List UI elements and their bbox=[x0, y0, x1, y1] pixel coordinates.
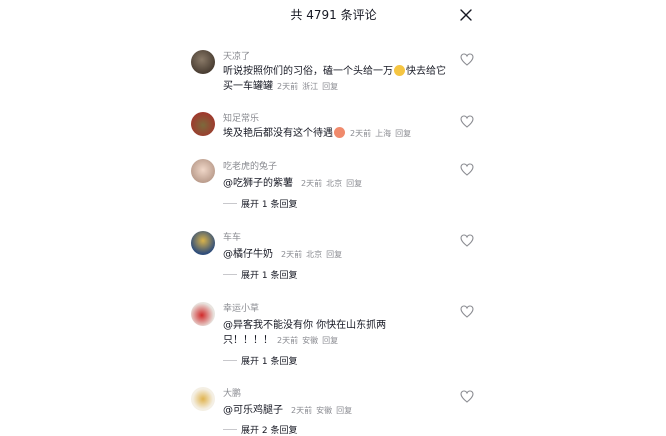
comment-text-part: @可乐鸡腿子 bbox=[223, 405, 283, 416]
avatar[interactable] bbox=[191, 302, 215, 326]
comment-username[interactable]: 吃老虎的兔子 bbox=[223, 159, 277, 172]
reply-button[interactable]: 回复 bbox=[395, 129, 411, 138]
reply-button[interactable]: 回复 bbox=[322, 82, 338, 91]
avatar[interactable] bbox=[191, 387, 215, 411]
expand-divider bbox=[223, 274, 237, 275]
heart-icon[interactable] bbox=[460, 115, 474, 128]
heart-icon[interactable] bbox=[460, 305, 474, 318]
expand-replies-button[interactable]: 展开 2 条回复 bbox=[223, 423, 297, 436]
heart-icon[interactable] bbox=[460, 53, 474, 66]
comment-text: @吃狮子的紫薯 2天前 北京 回复 bbox=[223, 176, 448, 191]
comment-text: @异客我不能没有你 你快在山东抓两只！！！！ 2天前 安徽 回复 bbox=[223, 318, 403, 348]
laughing-emoji-icon bbox=[334, 127, 345, 138]
comment-location: 浙江 bbox=[302, 82, 319, 91]
comment-time: 2天前 bbox=[277, 336, 299, 345]
comment-text: 埃及艳后都没有这个待遇 2天前 上海 回复 bbox=[223, 126, 448, 141]
comment-username[interactable]: 天凉了 bbox=[223, 49, 250, 62]
expand-divider bbox=[223, 203, 237, 204]
avatar[interactable] bbox=[191, 231, 215, 255]
comment-location: 安徽 bbox=[316, 406, 333, 415]
comment-text: @可乐鸡腿子 2天前 安徽 回复 bbox=[223, 403, 448, 418]
comment-location: 北京 bbox=[326, 179, 343, 188]
comments-count-title: 共 4791 条评论 bbox=[290, 8, 377, 22]
heart-icon[interactable] bbox=[460, 390, 474, 403]
comment-meta: 2天前 安徽 回复 bbox=[291, 406, 352, 415]
comment-meta: 2天前 北京 回复 bbox=[301, 179, 362, 188]
reply-button[interactable]: 回复 bbox=[336, 406, 352, 415]
smiley-emoji-icon bbox=[394, 65, 405, 76]
comment-meta: 2天前 安徽 回复 bbox=[277, 336, 338, 345]
close-icon[interactable] bbox=[457, 6, 475, 24]
comment-text-part: 听说按照你们的习俗，磕一个头给一万 bbox=[223, 66, 393, 77]
comment-location: 上海 bbox=[375, 129, 392, 138]
expand-replies-label: 展开 1 条回复 bbox=[241, 200, 298, 210]
expand-replies-label: 展开 2 条回复 bbox=[241, 426, 298, 436]
comment-username[interactable]: 车车 bbox=[223, 230, 241, 243]
comment-text-part: 埃及艳后都没有这个待遇 bbox=[223, 128, 333, 139]
comment-text-part: @吃狮子的紫薯 bbox=[223, 178, 293, 189]
comment-time: 2天前 bbox=[301, 179, 323, 188]
comment-meta: 2天前 上海 回复 bbox=[350, 129, 411, 138]
comment-meta: 2天前 北京 回复 bbox=[281, 250, 342, 259]
comment-time: 2天前 bbox=[350, 129, 372, 138]
reply-button[interactable]: 回复 bbox=[346, 179, 362, 188]
avatar[interactable] bbox=[191, 112, 215, 136]
comment-username[interactable]: 幸运小草 bbox=[223, 301, 259, 314]
reply-button[interactable]: 回复 bbox=[322, 336, 338, 345]
comment-location: 北京 bbox=[306, 250, 323, 259]
comments-header: 共 4791 条评论 bbox=[181, 0, 486, 30]
reply-button[interactable]: 回复 bbox=[326, 250, 342, 259]
heart-icon[interactable] bbox=[460, 234, 474, 247]
comment-time: 2天前 bbox=[277, 82, 299, 91]
comment-text-part: @橘仔牛奶 bbox=[223, 249, 273, 260]
comment-time: 2天前 bbox=[291, 406, 313, 415]
comments-panel: 共 4791 条评论 天凉了 听说按照你们的习俗，磕一个头给一万 快去给它买一车罐… bbox=[181, 0, 486, 436]
comment-username[interactable]: 知足常乐 bbox=[223, 111, 259, 124]
expand-divider bbox=[223, 429, 237, 430]
comment-meta: 2天前 浙江 回复 bbox=[277, 82, 338, 91]
avatar[interactable] bbox=[191, 50, 215, 74]
expand-replies-button[interactable]: 展开 1 条回复 bbox=[223, 197, 297, 210]
heart-icon[interactable] bbox=[460, 163, 474, 176]
expand-divider bbox=[223, 360, 237, 361]
expand-replies-label: 展开 1 条回复 bbox=[241, 357, 298, 367]
expand-replies-label: 展开 1 条回复 bbox=[241, 271, 298, 281]
comment-username[interactable]: 大鹏 bbox=[223, 386, 241, 399]
comment-text: 听说按照你们的习俗，磕一个头给一万 快去给它买一车罐罐 2天前 浙江 回复 bbox=[223, 64, 448, 94]
comment-text: @橘仔牛奶 2天前 北京 回复 bbox=[223, 247, 448, 262]
expand-replies-button[interactable]: 展开 1 条回复 bbox=[223, 354, 297, 367]
comment-time: 2天前 bbox=[281, 250, 303, 259]
expand-replies-button[interactable]: 展开 1 条回复 bbox=[223, 268, 297, 281]
avatar[interactable] bbox=[191, 159, 215, 183]
comment-location: 安徽 bbox=[302, 336, 319, 345]
